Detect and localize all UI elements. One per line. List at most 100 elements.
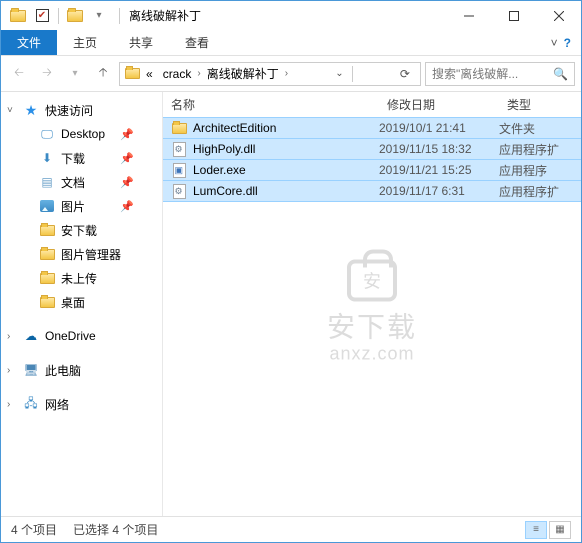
search-placeholder: 搜索"离线破解... — [432, 65, 518, 82]
titlebar: ✔ ▾ 离线破解补丁 — [1, 0, 581, 30]
sidebar-thispc[interactable]: › 🖥 此电脑 — [1, 358, 162, 382]
breadcrumb-seg-1[interactable]: 离线破解补丁 — [203, 65, 283, 82]
pin-icon: 📌 — [120, 176, 134, 189]
app-icon[interactable] — [7, 5, 29, 27]
view-details-button[interactable]: ≡ — [525, 521, 547, 539]
tab-home[interactable]: 主页 — [57, 30, 113, 55]
minimize-button[interactable] — [446, 1, 491, 30]
file-row[interactable]: LumCore.dll 2019/11/17 6:31应用程序扩 — [163, 180, 581, 202]
sidebar-item[interactable]: 🖵Desktop📌 — [1, 122, 162, 146]
download-icon: ⬇ — [39, 150, 55, 166]
tab-file[interactable]: 文件 — [1, 30, 57, 55]
pin-icon: 📌 — [120, 128, 134, 141]
back-button[interactable]: 🡠 — [7, 62, 31, 86]
sidebar: ˅ ★ 快速访问 🖵Desktop📌⬇下载📌▤文档📌图片📌安下载图片管理器未上传… — [1, 92, 163, 516]
breadcrumb[interactable]: « crack › 离线破解补丁 › ⌄ ⟳ — [119, 62, 421, 86]
close-button[interactable] — [536, 1, 581, 30]
file-row[interactable]: ArchitectEdition 2019/10/1 21:41文件夹 — [163, 117, 581, 139]
pictures-icon — [39, 198, 55, 214]
chevron-right-icon[interactable]: › — [7, 331, 10, 342]
folder-icon — [39, 270, 55, 286]
breadcrumb-seg-0[interactable]: crack — [159, 67, 196, 81]
document-icon: ▤ — [39, 174, 55, 190]
network-icon: 🖧 — [23, 396, 39, 412]
help-icon[interactable]: ? — [564, 36, 571, 50]
folder-icon — [39, 246, 55, 262]
dll-icon — [171, 183, 187, 199]
tab-share[interactable]: 共享 — [113, 30, 169, 55]
sidebar-item[interactable]: 图片管理器 — [1, 242, 162, 266]
column-date[interactable]: 修改日期 — [379, 92, 499, 117]
sidebar-item-label: 下载 — [61, 150, 85, 167]
status-selected: 已选择 4 个项目 — [73, 521, 158, 538]
sidebar-item-label: 文档 — [61, 174, 85, 191]
ribbon-tabs: 文件 主页 共享 查看 ˅ ? — [1, 30, 581, 56]
search-input[interactable]: 搜索"离线破解... 🔍 — [425, 62, 575, 86]
pin-icon: 📌 — [120, 152, 134, 165]
column-headers: 名称 修改日期 类型 — [163, 92, 581, 118]
sidebar-item[interactable]: 安下载 — [1, 218, 162, 242]
file-date: 2019/10/1 21:41 — [379, 121, 499, 135]
maximize-button[interactable] — [491, 1, 536, 30]
chevron-right-icon[interactable]: › — [197, 68, 200, 79]
file-name: ArchitectEdition — [193, 121, 276, 135]
sidebar-item[interactable]: 未上传 — [1, 266, 162, 290]
sidebar-network[interactable]: › 🖧 网络 — [1, 392, 162, 416]
file-type: 文件夹 — [499, 120, 581, 137]
quick-access-toolbar: ✔ ▾ — [1, 5, 116, 27]
status-count: 4 个项目 — [11, 521, 57, 538]
address-bar: 🡠 🡢 ▾ 🡡 « crack › 离线破解补丁 › ⌄ ⟳ 搜索"离线破解..… — [1, 56, 581, 92]
chevron-right-icon[interactable]: › — [285, 68, 288, 79]
sidebar-item[interactable]: 图片 📌 — [1, 194, 162, 218]
sidebar-item-label: 图片管理器 — [61, 246, 121, 263]
up-button[interactable]: 🡡 — [91, 62, 115, 86]
file-name: Loder.exe — [193, 163, 246, 177]
column-type[interactable]: 类型 — [499, 92, 581, 117]
column-name[interactable]: 名称 — [163, 92, 379, 117]
file-type: 应用程序 — [499, 162, 581, 179]
sidebar-item-label: Desktop — [61, 127, 105, 141]
sidebar-item[interactable]: ⬇ 下载 📌 — [1, 146, 162, 170]
chevron-down-icon[interactable]: ˅ — [7, 105, 13, 116]
qat-properties-icon[interactable]: ✔ — [31, 5, 53, 27]
qat-dropdown-icon[interactable]: ▾ — [88, 5, 110, 27]
file-row[interactable]: HighPoly.dll2019/11/15 18:32应用程序扩 — [163, 138, 581, 160]
file-name: LumCore.dll — [193, 184, 258, 198]
chevron-right-icon[interactable]: › — [7, 399, 10, 410]
sidebar-item[interactable]: 桌面 — [1, 290, 162, 314]
sidebar-onedrive[interactable]: › ☁ OneDrive — [1, 324, 162, 348]
chevron-right-icon[interactable]: › — [7, 365, 10, 376]
cloud-icon: ☁ — [23, 328, 39, 344]
file-type: 应用程序扩 — [499, 183, 581, 200]
file-type: 应用程序扩 — [499, 141, 581, 158]
folder-icon — [39, 294, 55, 310]
pin-icon: 📌 — [120, 200, 134, 213]
exe-icon — [171, 162, 187, 178]
recent-dropdown-icon[interactable]: ▾ — [63, 62, 87, 86]
forward-button[interactable]: 🡢 — [35, 62, 59, 86]
addr-dropdown-icon[interactable]: ⌄ — [329, 68, 349, 79]
breadcrumb-prefix[interactable]: « — [142, 67, 157, 81]
dll-icon — [171, 141, 187, 157]
explorer-window: ✔ ▾ 离线破解补丁 文件 主页 共享 查看 ˅ ? 🡠 🡢 ▾ 🡡 « cra — [0, 0, 582, 543]
file-row[interactable]: Loder.exe 2019/11/21 15:25应用程序 — [163, 159, 581, 181]
file-list: 名称 修改日期 类型 ArchitectEdition 2019/10/1 21:… — [163, 92, 581, 516]
refresh-icon[interactable]: ⟳ — [394, 67, 416, 81]
sidebar-item[interactable]: ▤ 文档 📌 — [1, 170, 162, 194]
folder-icon — [39, 222, 55, 238]
ribbon-expand-icon[interactable]: ˅ — [551, 36, 558, 50]
search-icon[interactable]: 🔍 — [553, 67, 568, 81]
sidebar-item-label: 图片 — [61, 198, 85, 215]
file-date: 2019/11/15 18:32 — [379, 142, 499, 156]
status-bar: 4 个项目 已选择 4 个项目 ≡ ▦ — [1, 516, 581, 542]
watermark: 安下载 anxz.com — [327, 260, 417, 365]
window-title: 离线破解补丁 — [129, 7, 201, 24]
file-date: 2019/11/17 6:31 — [379, 184, 499, 198]
sidebar-quick-access[interactable]: ˅ ★ 快速访问 — [1, 98, 162, 122]
view-icons-button[interactable]: ▦ — [549, 521, 571, 539]
file-date: 2019/11/21 15:25 — [379, 163, 499, 177]
tab-view[interactable]: 查看 — [169, 30, 225, 55]
qat-newfolder-icon[interactable] — [64, 5, 86, 27]
pc-icon: 🖥 — [23, 362, 39, 378]
sidebar-item-label: 未上传 — [61, 270, 97, 287]
